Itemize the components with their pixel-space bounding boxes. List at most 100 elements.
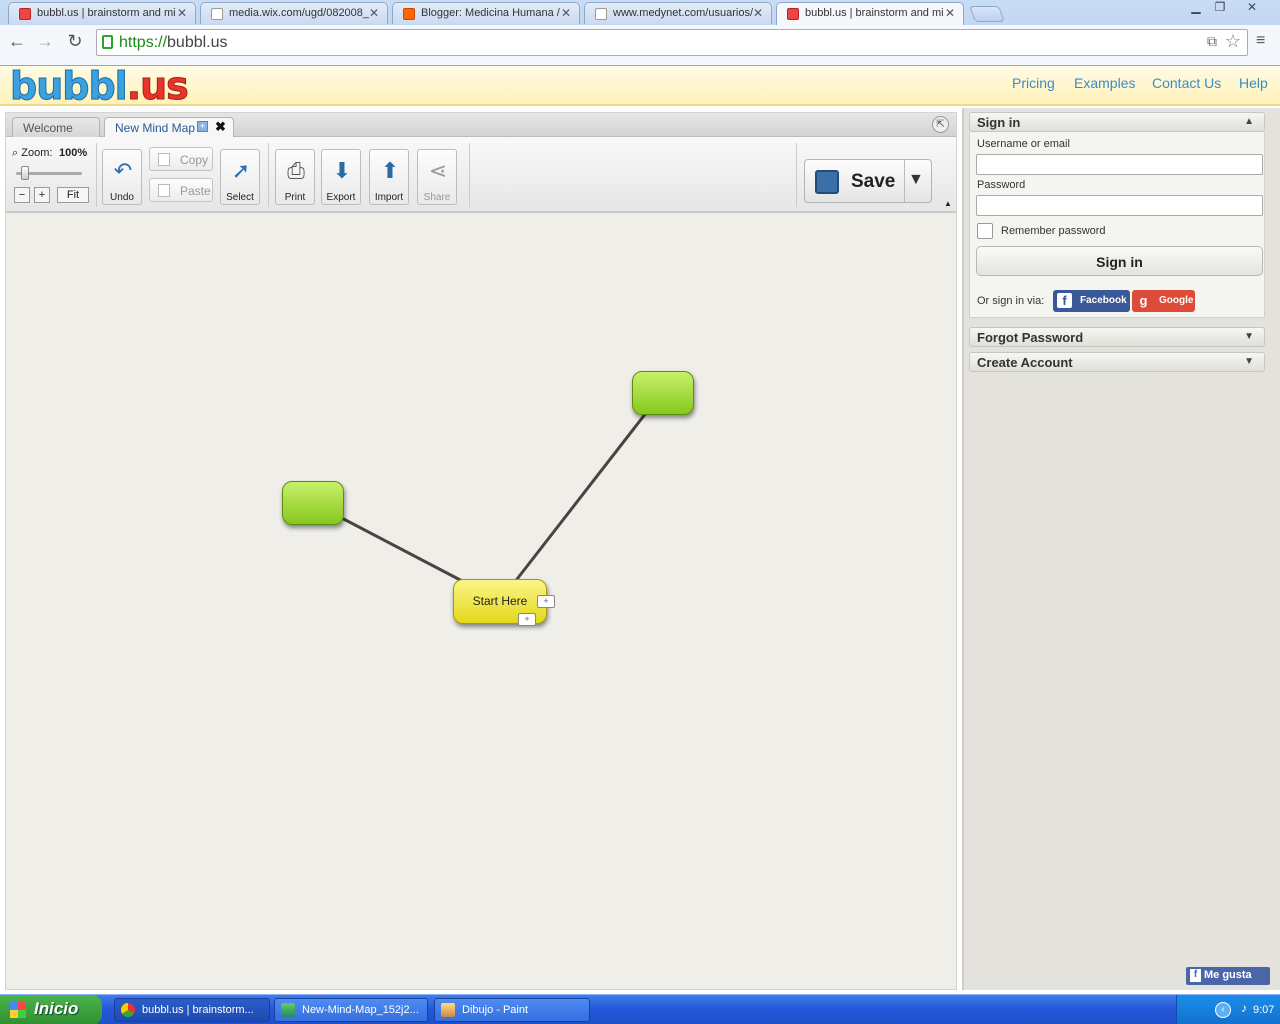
translate-icon[interactable]: ⧉ xyxy=(1207,33,1217,50)
green-bubble-node[interactable] xyxy=(632,371,694,415)
undo-icon: ↶ xyxy=(113,158,133,183)
bubbl-logo[interactable]: bubbl.us xyxy=(10,67,190,106)
nav-help-link[interactable]: Help xyxy=(1239,75,1268,91)
google-signin-button[interactable]: g Google xyxy=(1132,290,1195,312)
close-icon[interactable]: ✖ xyxy=(215,119,226,135)
taskbar-item-image-viewer[interactable]: New-Mind-Map_152j2... xyxy=(274,998,428,1022)
back-arrow-icon[interactable]: ← xyxy=(6,31,28,52)
close-window-icon[interactable]: ✕ xyxy=(1240,0,1264,16)
maximize-icon[interactable]: ❐ xyxy=(1208,0,1232,16)
copy-button[interactable]: Copy xyxy=(149,147,213,171)
paste-icon xyxy=(158,184,170,197)
add-child-icon[interactable]: + xyxy=(518,613,536,626)
mindmap-canvas[interactable]: Start Here + + xyxy=(6,215,956,989)
close-tab-icon[interactable]: ✕ xyxy=(177,6,187,20)
share-icon: ⋖ xyxy=(428,158,448,183)
site-header: bubbl.us Pricing Examples Contact Us Hel… xyxy=(0,66,1280,106)
nav-pricing-link[interactable]: Pricing xyxy=(1012,75,1055,91)
tab-title: www.medynet.com/usuarios/ xyxy=(613,7,753,19)
nav-contact-link[interactable]: Contact Us xyxy=(1152,75,1221,91)
speaker-icon[interactable]: ♪ xyxy=(1241,1001,1247,1015)
document-favicon-icon xyxy=(595,8,607,20)
taskbar-item-chrome[interactable]: bubbl.us | brainstorm... xyxy=(114,998,270,1022)
password-input[interactable] xyxy=(976,195,1263,216)
zoom-in-button[interactable]: + xyxy=(34,187,50,203)
minimize-icon[interactable]: ▁ xyxy=(1184,0,1208,16)
username-input[interactable] xyxy=(976,154,1263,175)
create-account-panel-header[interactable]: Create Account ▼ xyxy=(969,352,1265,372)
toolbar-divider xyxy=(268,143,269,207)
start-button[interactable]: Inicio xyxy=(0,995,102,1024)
toolbar-divider xyxy=(96,143,97,207)
save-divider xyxy=(904,160,905,202)
chevron-down-icon: ▼ xyxy=(1244,331,1254,342)
editor-tab-bar: Welcome New Mind Map + ✖ ⇱ xyxy=(6,113,956,137)
zoom-slider-handle[interactable] xyxy=(21,166,29,180)
close-tab-icon[interactable]: ✕ xyxy=(561,6,571,20)
green-bubble-node[interactable] xyxy=(282,481,344,525)
menu-icon[interactable]: ≡ xyxy=(1256,32,1265,50)
add-sibling-icon[interactable]: + xyxy=(537,595,555,608)
add-tab-icon[interactable]: + xyxy=(197,121,208,132)
close-tab-icon[interactable]: ✕ xyxy=(753,6,763,20)
facebook-signin-button[interactable]: f Facebook xyxy=(1053,290,1130,312)
forgot-password-panel-header[interactable]: Forgot Password ▼ xyxy=(969,327,1265,347)
browser-tab[interactable]: www.medynet.com/usuarios/✕ xyxy=(584,2,772,24)
close-tab-icon[interactable]: ✕ xyxy=(945,6,955,20)
remember-password-checkbox[interactable] xyxy=(977,223,993,239)
collapse-toolbar-icon[interactable]: ▲ xyxy=(944,199,952,208)
tab-title: bubbl.us | brainstorm and mi xyxy=(805,7,944,19)
nav-examples-link[interactable]: Examples xyxy=(1074,75,1135,91)
share-button[interactable]: ⋖ Share xyxy=(417,149,457,205)
mindmap-editor: Welcome New Mind Map + ✖ ⇱ ⌕ Zoom: 100% … xyxy=(5,112,957,990)
google-icon: g xyxy=(1139,293,1148,308)
import-button[interactable]: ⬆ Import xyxy=(369,149,409,205)
facebook-icon: f xyxy=(1190,969,1201,982)
tab-welcome[interactable]: Welcome xyxy=(12,117,100,137)
forward-arrow-icon[interactable]: → xyxy=(34,31,56,52)
signin-panel: Username or email Password Remember pass… xyxy=(969,132,1265,318)
save-button-group: Save ▼ xyxy=(804,159,932,203)
facebook-like-button[interactable]: f Me gusta xyxy=(1186,967,1270,985)
facebook-icon: f xyxy=(1057,293,1072,308)
chevron-left-icon[interactable]: ‹ xyxy=(1215,1002,1231,1018)
clock: 9:07 xyxy=(1253,1004,1275,1016)
select-button[interactable]: ➚ Select xyxy=(220,149,260,205)
export-icon: ⬇ xyxy=(332,158,352,183)
close-tab-icon[interactable]: ✕ xyxy=(369,6,379,20)
social-signin-label: Or sign in via: xyxy=(977,295,1045,307)
tab-label: New Mind Map xyxy=(115,121,196,135)
printer-icon: ⎙ xyxy=(287,158,305,183)
browser-toolbar: ← → ↻ https://bubbl.us ⧉ ☆ ≡ xyxy=(0,25,1280,65)
remember-password-label: Remember password xyxy=(1001,225,1106,237)
tab-new-mind-map[interactable]: New Mind Map + ✖ xyxy=(104,117,234,137)
paste-button[interactable]: Paste xyxy=(149,178,213,202)
signin-panel-header[interactable]: Sign in ▲ xyxy=(969,112,1265,132)
chevron-down-icon[interactable]: ▼ xyxy=(908,171,924,189)
tab-title: media.wix.com/ugd/082008_ xyxy=(229,7,370,19)
export-button[interactable]: ⬇ Export xyxy=(321,149,361,205)
document-favicon-icon xyxy=(211,8,223,20)
collapse-panel-icon[interactable]: ⇱ xyxy=(932,116,949,133)
zoom-value: 100% xyxy=(59,147,88,159)
address-bar[interactable]: https://bubbl.us ⧉ ☆ xyxy=(96,29,1248,56)
url-host: bubbl.us xyxy=(167,34,228,51)
zoom-out-button[interactable]: − xyxy=(14,187,30,203)
signin-button[interactable]: Sign in xyxy=(976,246,1263,276)
undo-button[interactable]: ↶ Undo xyxy=(102,149,142,205)
reload-icon[interactable]: ↻ xyxy=(64,31,86,52)
save-button[interactable]: Save xyxy=(805,160,903,202)
windows-taskbar: Inicio bubbl.us | brainstorm... New-Mind… xyxy=(0,994,1280,1024)
browser-tab-active[interactable]: bubbl.us | brainstorm and mi ✕ xyxy=(776,2,964,25)
taskbar-item-paint[interactable]: Dibujo - Paint xyxy=(434,998,590,1022)
bubbl-favicon-icon xyxy=(19,8,31,20)
bookmark-star-icon[interactable]: ☆ xyxy=(1225,31,1241,52)
new-tab-button[interactable] xyxy=(969,6,1005,22)
print-button[interactable]: ⎙ Print xyxy=(275,149,315,205)
browser-tab[interactable]: Blogger: Medicina Humana / ✕ xyxy=(392,2,580,24)
zoom-fit-button[interactable]: Fit xyxy=(57,187,89,203)
cursor-arrow-icon: ➚ xyxy=(231,158,251,183)
browser-tab[interactable]: bubbl.us | brainstorm and mi ✕ xyxy=(8,2,196,24)
browser-tab[interactable]: media.wix.com/ugd/082008_ ✕ xyxy=(200,2,388,24)
zoom-label: ⌕ Zoom: xyxy=(12,147,53,159)
